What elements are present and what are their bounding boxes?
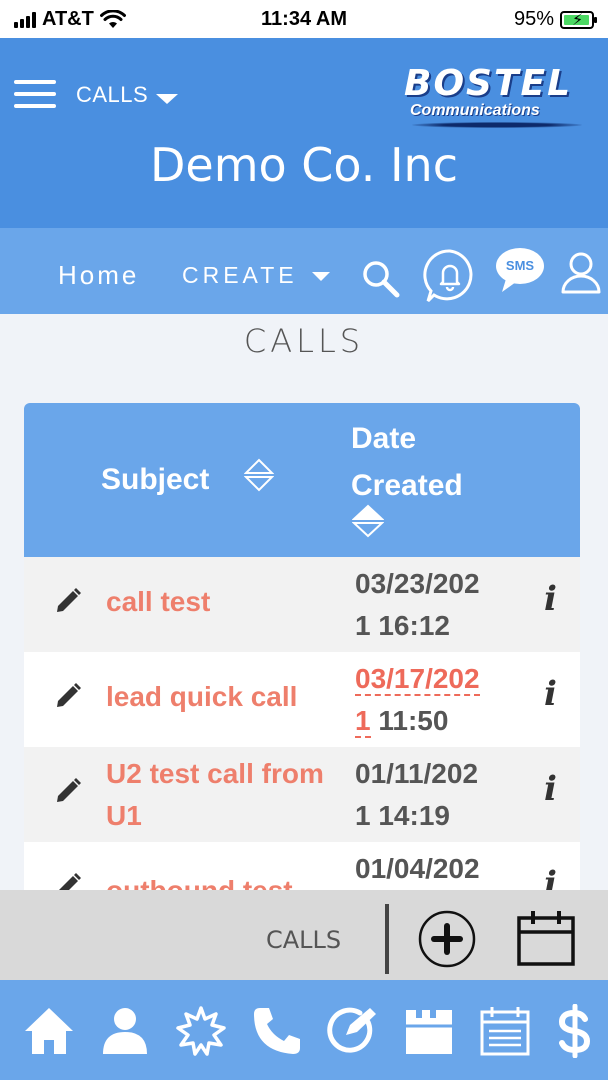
notifications-bell-icon[interactable] <box>422 248 478 304</box>
calls-screen: AT&T 11:34 AM 95% ⚡ CALLS BOSTEL Communi… <box>0 0 608 1080</box>
table-row[interactable]: U2 test call from U1 01/11/202 1 14:19 i <box>24 747 580 842</box>
menu-icon[interactable] <box>14 80 58 110</box>
logo-swoosh <box>412 122 582 128</box>
sms-icon[interactable]: SMS <box>494 246 546 294</box>
module-dropdown[interactable]: CALLS <box>76 82 179 108</box>
module-dropdown-label: CALLS <box>76 82 149 107</box>
calls-table: Subject Date Created call test 03/23/202… <box>24 403 580 890</box>
leads-starburst-icon[interactable] <box>174 1004 228 1058</box>
page-title: CALLS <box>243 322 365 360</box>
date-created: 01/11/202 1 14:19 <box>355 753 515 837</box>
date-line-1: 03/17/202 <box>355 663 480 696</box>
notes-icon[interactable] <box>402 1004 456 1058</box>
date-created: 01/04/202 <box>355 848 515 890</box>
table-row[interactable]: lead quick call 03/17/202 1 11:50 i <box>24 652 580 747</box>
date-line-1: 01/11/202 <box>355 758 479 789</box>
contacts-icon[interactable] <box>98 1004 152 1058</box>
calendar-icon[interactable] <box>516 908 576 968</box>
info-icon[interactable]: i <box>544 579 557 619</box>
bostel-logo: BOSTEL Communications <box>404 63 590 128</box>
tasks-check-icon[interactable] <box>326 1004 380 1058</box>
chevron-down-icon <box>311 272 330 281</box>
date-line-1: 03/23/202 <box>355 568 480 599</box>
battery-percent: 95% <box>513 8 554 30</box>
date-created[interactable]: 03/17/202 1 11:50 <box>355 658 515 742</box>
call-subject-link[interactable]: U2 test call from U1 <box>106 753 336 837</box>
phone-icon[interactable] <box>250 1004 304 1058</box>
sms-label: SMS <box>505 258 535 273</box>
nav-create-label: CREATE <box>182 262 298 288</box>
column-header-date-created[interactable]: Date Created <box>351 415 531 509</box>
call-subject-link[interactable]: call test <box>106 581 336 623</box>
battery-icon: ⚡ <box>560 10 597 29</box>
company-name: Demo Co. Inc <box>149 138 458 192</box>
logo-tagline: Communications <box>410 102 540 119</box>
table-row[interactable]: outbound test 01/04/202 i <box>24 842 580 890</box>
date-line-2: 11:50 <box>370 705 449 736</box>
chevron-down-icon <box>156 94 179 104</box>
table-header: Subject Date Created <box>24 403 580 557</box>
meetings-calendar-icon[interactable] <box>478 1004 532 1058</box>
table-row[interactable]: call test 03/23/202 1 16:12 i <box>24 557 580 652</box>
column-header-subject[interactable]: Subject <box>101 463 209 497</box>
dollar-icon[interactable] <box>548 1004 602 1058</box>
action-bar-label: CALLS <box>266 926 342 954</box>
status-bar: AT&T 11:34 AM 95% ⚡ <box>0 0 608 38</box>
top-nav: Home CREATE SMS <box>0 228 608 314</box>
search-icon[interactable] <box>360 258 402 300</box>
pencil-edit-icon[interactable] <box>54 872 82 890</box>
add-circle-icon[interactable] <box>418 910 476 968</box>
module-action-bar: CALLS <box>0 890 608 980</box>
home-icon[interactable] <box>22 1004 76 1058</box>
bottom-tab-bar <box>0 980 608 1080</box>
app-header: CALLS BOSTEL Communications Demo Co. Inc <box>0 38 608 228</box>
status-right: 95% ⚡ <box>513 8 597 31</box>
date-line-2: 1 14:19 <box>355 800 450 831</box>
date-line-1: 01/04/202 <box>355 853 480 884</box>
pencil-edit-icon[interactable] <box>54 777 82 805</box>
divider <box>385 904 389 974</box>
info-icon[interactable]: i <box>544 864 557 890</box>
call-subject-link[interactable]: lead quick call <box>106 676 336 718</box>
sort-icon[interactable] <box>244 457 274 493</box>
info-icon[interactable]: i <box>544 769 557 809</box>
pencil-edit-icon[interactable] <box>54 682 82 710</box>
pencil-edit-icon[interactable] <box>54 587 82 615</box>
date-line-2: 1 16:12 <box>355 610 450 641</box>
info-icon[interactable]: i <box>544 674 557 714</box>
sort-active-icon[interactable] <box>352 503 384 539</box>
nav-home-link[interactable]: Home <box>58 260 139 291</box>
date-created: 03/23/202 1 16:12 <box>355 563 515 647</box>
date-line-2-highlight: 1 <box>355 705 371 738</box>
nav-create-dropdown[interactable]: CREATE <box>182 262 330 289</box>
logo-wordmark: BOSTEL <box>404 63 573 104</box>
user-profile-icon[interactable] <box>560 250 602 294</box>
call-subject-link[interactable]: outbound test <box>106 870 336 890</box>
